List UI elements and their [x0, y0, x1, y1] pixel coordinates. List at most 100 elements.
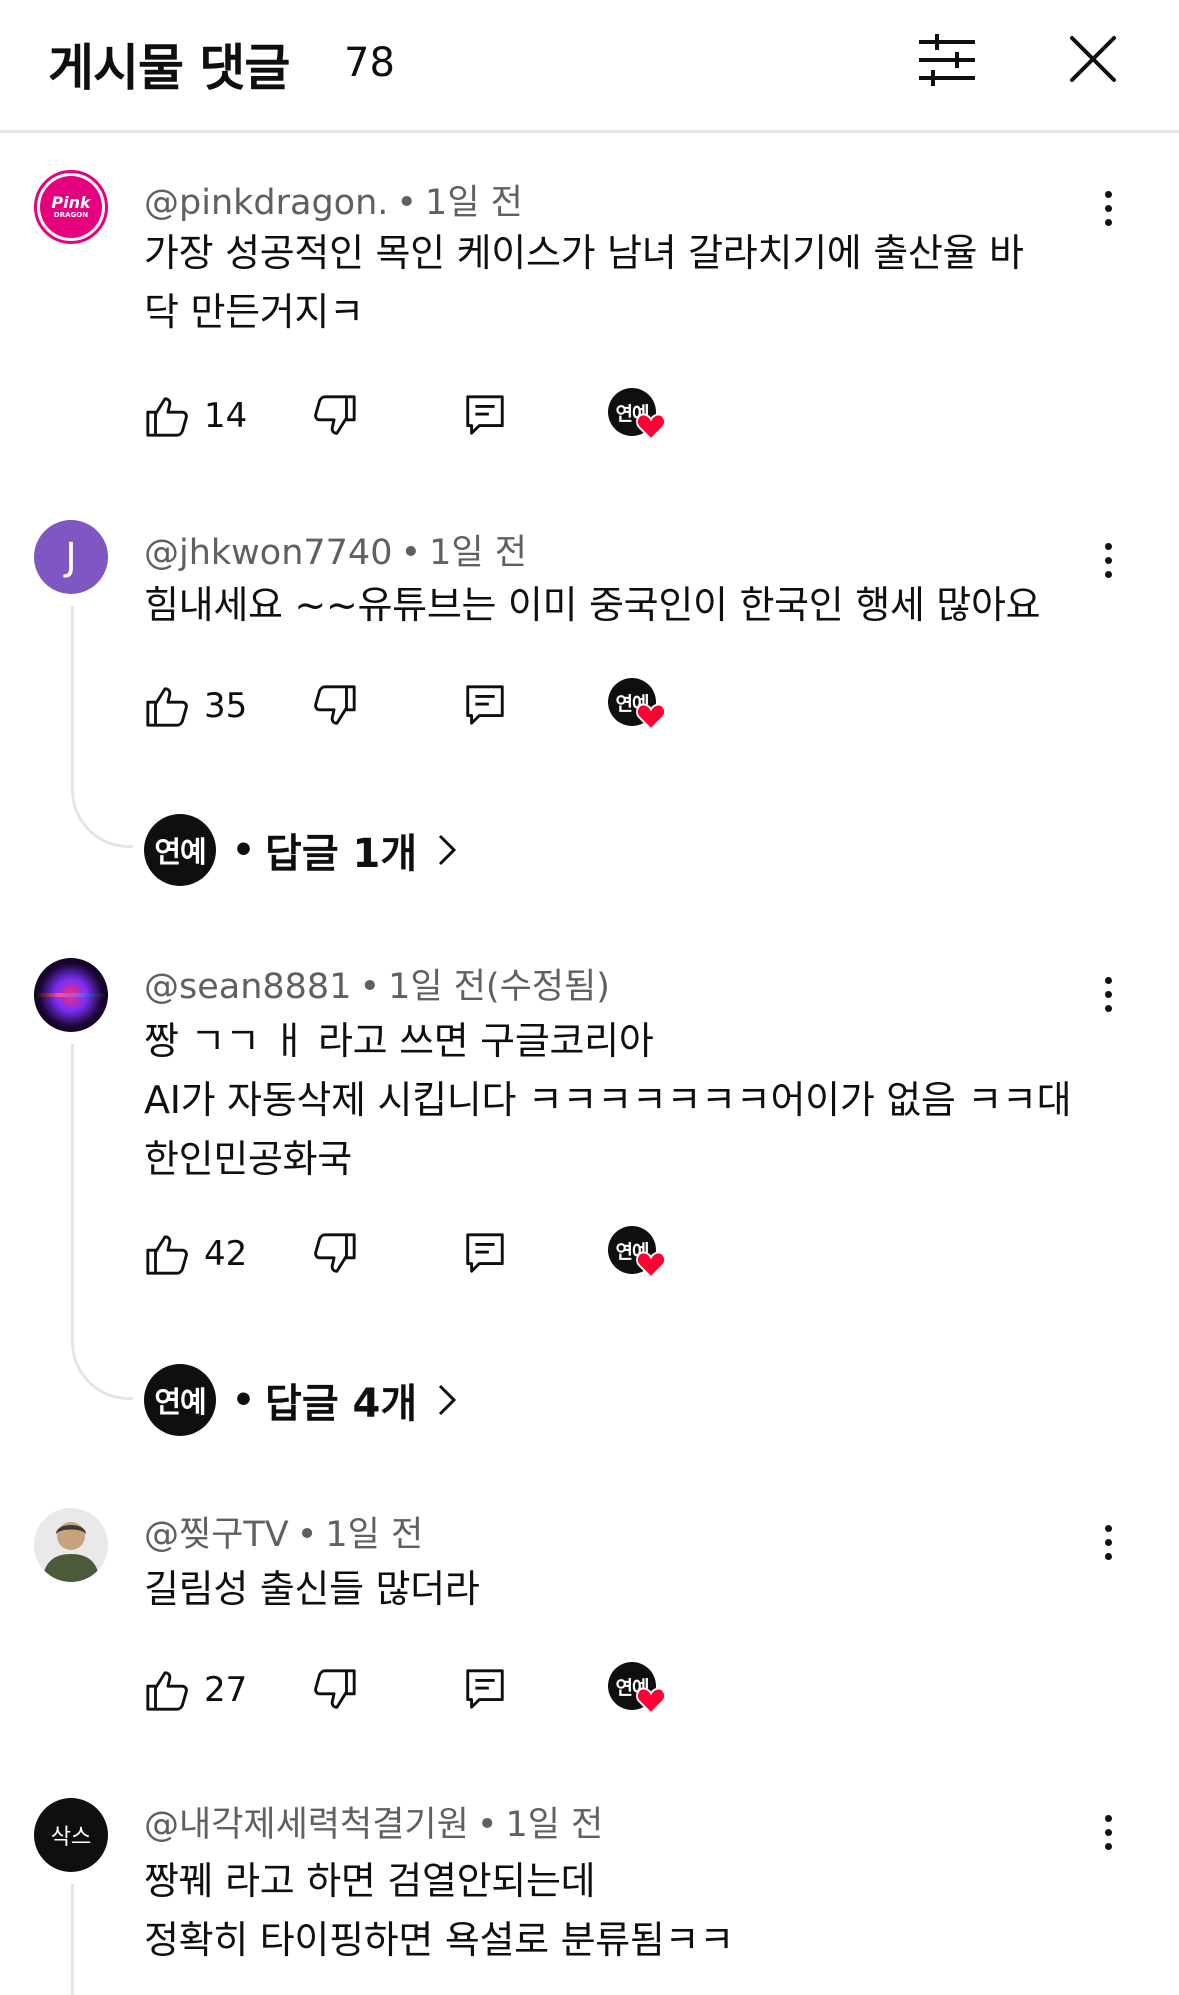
replies-separator: •: [232, 829, 256, 871]
reply-creator-avatar: 연예: [144, 1364, 216, 1436]
comment-author[interactable]: @찢구TV: [144, 1515, 289, 1555]
like-button[interactable]: 27: [144, 1660, 247, 1720]
comment-time: 1일 전: [425, 183, 523, 223]
more-options-button[interactable]: [1090, 964, 1126, 1024]
meta-separator: •: [396, 183, 418, 223]
comment-author[interactable]: @jhkwon7740: [144, 533, 392, 573]
close-button[interactable]: [1060, 28, 1132, 92]
reply-comment-icon: [466, 395, 504, 435]
reply-creator-avatar: 연예: [144, 814, 216, 886]
comment-meta: @jhkwon7740 • 1일 전: [144, 524, 527, 575]
thumbs-up-icon: [146, 687, 188, 727]
avatar[interactable]: J: [34, 520, 108, 594]
more-options-button[interactable]: [1090, 1512, 1126, 1572]
thread-connector: [71, 1884, 74, 1995]
avatar-text: 삭스: [50, 1825, 92, 1850]
close-icon: [1070, 36, 1116, 82]
creator-heart: 연예: [608, 678, 668, 738]
comment-count: 78: [344, 40, 395, 86]
avatar[interactable]: [34, 958, 108, 1032]
avatar[interactable]: Pink DRAGON: [34, 170, 108, 244]
comment-actions: 35 연예: [144, 676, 744, 736]
comment-time: 1일 전: [429, 533, 527, 573]
replies-label: 답글 4개: [265, 1381, 418, 1427]
avatar-logo-text: Pink: [51, 192, 91, 212]
reply-comment-icon: [466, 1669, 504, 1709]
avatar[interactable]: [34, 1508, 108, 1582]
chevron-right-icon: [439, 834, 457, 866]
dislike-button[interactable]: [312, 1660, 358, 1720]
thread-connector: [71, 1044, 133, 1400]
comment-actions: 42 연예: [144, 1224, 744, 1284]
like-button[interactable]: 35: [144, 676, 247, 736]
comment-time: 1일 전: [505, 1805, 604, 1845]
heart-icon: [636, 413, 666, 440]
page-title: 게시물 댓글: [48, 39, 290, 97]
replies-label: 답글 1개: [265, 831, 418, 877]
more-options-button[interactable]: [1090, 530, 1126, 590]
creator-heart: 연예: [608, 1662, 668, 1722]
meta-separator: •: [400, 533, 422, 573]
more-options-button[interactable]: [1090, 178, 1126, 238]
creator-heart: 연예: [608, 388, 668, 448]
dislike-button[interactable]: [312, 1224, 358, 1284]
creator-heart: 연예: [608, 1226, 668, 1286]
avatar[interactable]: 삭스: [34, 1798, 108, 1872]
meta-separator: •: [359, 967, 381, 1007]
thumbs-down-icon: [314, 685, 356, 725]
sliders-icon: [919, 34, 975, 86]
comment-author[interactable]: @내각제세력척결기원: [144, 1805, 469, 1845]
comment-meta: @pinkdragon. • 1일 전: [144, 174, 523, 225]
thumbs-up-icon: [146, 1671, 188, 1711]
thumbs-down-icon: [314, 1233, 356, 1273]
comment-author[interactable]: @pinkdragon.: [144, 183, 388, 223]
reply-button[interactable]: [462, 1224, 508, 1284]
dislike-button[interactable]: [312, 386, 358, 446]
reply-button[interactable]: [462, 1660, 508, 1720]
dislike-button[interactable]: [312, 676, 358, 736]
reply-comment-icon: [466, 1233, 504, 1273]
avatar-initial: J: [65, 535, 77, 579]
like-button[interactable]: 14: [144, 386, 247, 446]
chevron-right-icon: [439, 1384, 457, 1416]
comment-meta: @내각제세력척결기원 • 1일 전: [144, 1796, 603, 1847]
comment-author[interactable]: @sean8881: [144, 967, 351, 1007]
view-replies-button[interactable]: 연예 • 답글 1개: [144, 814, 457, 886]
person-photo-icon: [34, 1508, 108, 1582]
filter-button[interactable]: [915, 28, 987, 92]
reply-comment-icon: [466, 685, 504, 725]
comment-meta: @찢구TV • 1일 전: [144, 1506, 423, 1557]
thumbs-up-icon: [146, 397, 188, 437]
more-options-button[interactable]: [1090, 1802, 1126, 1862]
like-button[interactable]: 42: [144, 1224, 247, 1284]
thumbs-down-icon: [314, 395, 356, 435]
like-count: 14: [204, 396, 248, 436]
comment-text: 길림성 출신들 많더라: [144, 1567, 480, 1611]
thumbs-up-icon: [146, 1235, 188, 1275]
replies-separator: •: [232, 1379, 256, 1421]
comment-meta: @sean8881 • 1일 전(수정됨): [144, 958, 610, 1009]
heart-icon: [636, 1687, 666, 1714]
comment-time: 1일 전(수정됨): [388, 967, 610, 1007]
reply-button[interactable]: [462, 676, 508, 736]
comment-text: 힘내세요 ~~유튜브는 이미 중국인이 한국인 행세 많아요: [144, 583, 1041, 627]
reply-button[interactable]: [462, 386, 508, 446]
comment-time: 1일 전: [325, 1515, 424, 1555]
comments-header: 게시물 댓글 78: [0, 0, 1179, 133]
thumbs-down-icon: [314, 1669, 356, 1709]
avatar-graphic: [34, 993, 108, 997]
view-replies-button[interactable]: 연예 • 답글 4개: [144, 1364, 457, 1436]
comment-text: 짱꿰 라고 하면 검열안되는데 정확히 타이핑하면 욕설로 분류됨ㅋㅋ: [144, 1859, 734, 1962]
heart-icon: [636, 1251, 666, 1278]
like-count: 27: [204, 1670, 248, 1710]
like-count: 42: [204, 1234, 248, 1274]
comment-actions: 27 연예: [144, 1660, 744, 1720]
meta-separator: •: [296, 1515, 318, 1555]
comment-actions: 14 연예: [144, 386, 744, 446]
avatar-logo-subtext: DRAGON: [53, 210, 89, 219]
comment-text: 가장 성공적인 목인 케이스가 남녀 갈라치기에 출산율 바 닥 만든거지ㅋ: [144, 231, 1024, 334]
like-count: 35: [204, 686, 248, 726]
meta-separator: •: [476, 1805, 498, 1845]
heart-icon: [636, 703, 666, 730]
comment-text: 짱 ㄱㄱ ㅐ 라고 쓰면 구글코리아 AI가 자동삭제 시킵니다 ㅋㅋㅋㅋㅋㅋㅋ…: [144, 1019, 1072, 1181]
